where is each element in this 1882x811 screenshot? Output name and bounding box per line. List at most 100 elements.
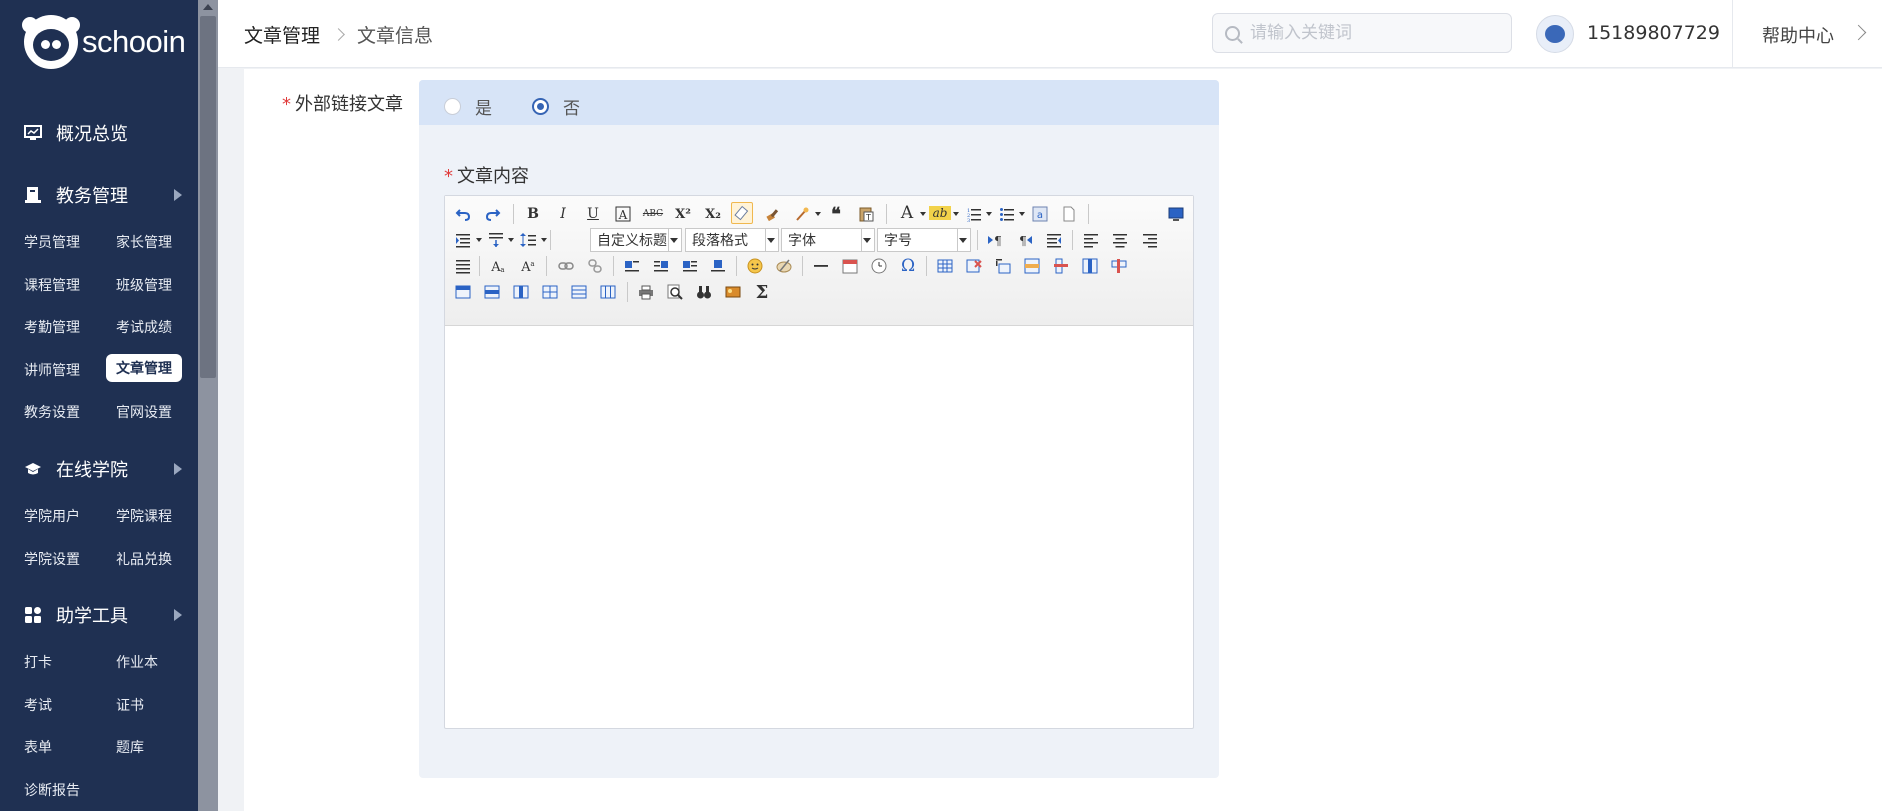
sidebar-item-academy-users[interactable]: 学院用户 — [14, 502, 90, 530]
sidebar-item-teachers[interactable]: 讲师管理 — [14, 356, 90, 384]
insert-row-icon[interactable] — [1021, 255, 1043, 277]
align-right-icon[interactable] — [1139, 229, 1161, 251]
ordered-list-icon[interactable]: 123 — [963, 203, 985, 225]
unlink-icon[interactable] — [584, 255, 606, 277]
radio-option-no[interactable]: 否 — [532, 94, 580, 119]
insert-column-icon[interactable] — [1079, 255, 1101, 277]
sidebar-item-checkin[interactable]: 打卡 — [14, 648, 62, 676]
radio-checked[interactable] — [532, 98, 549, 115]
indent-icon[interactable] — [452, 229, 474, 251]
italic-icon[interactable]: I — [552, 203, 574, 225]
sidebar-item-question-bank[interactable]: 题库 — [106, 733, 154, 761]
insert-table-icon[interactable] — [934, 255, 956, 277]
delete-column-icon[interactable] — [1108, 255, 1130, 277]
background-image-icon[interactable] — [722, 281, 744, 303]
split-rows-icon[interactable] — [568, 281, 590, 303]
superscript-icon[interactable]: X² — [672, 203, 694, 225]
strikethrough-icon[interactable]: ABC — [642, 203, 664, 225]
sidebar-item-students[interactable]: 学员管理 — [14, 228, 90, 256]
scrawl-icon[interactable] — [773, 255, 795, 277]
merge-down-icon[interactable] — [510, 281, 532, 303]
align-justify-icon[interactable] — [452, 255, 474, 277]
chevron-right-icon[interactable] — [1850, 24, 1867, 41]
bold-icon[interactable]: B — [522, 203, 544, 225]
sidebar-item-exam[interactable]: 考试 — [14, 691, 62, 719]
sidebar-section-overview[interactable]: 概况总览 — [24, 120, 182, 146]
sidebar-item-gift-exchange[interactable]: 礼品兑换 — [106, 545, 182, 573]
uppercase-icon[interactable]: Aa — [487, 255, 509, 277]
scroll-up-arrow-icon[interactable] — [203, 4, 213, 10]
underline-icon[interactable]: U — [582, 203, 604, 225]
horizontal-rule-icon[interactable] — [810, 255, 832, 277]
line-height-icon[interactable] — [517, 229, 539, 251]
radio-unchecked[interactable] — [444, 98, 461, 115]
paste-text-icon[interactable]: T — [855, 203, 877, 225]
subscript-icon[interactable]: X₂ — [702, 203, 724, 225]
brand-logo[interactable]: schooin — [22, 15, 186, 69]
print-icon[interactable] — [635, 281, 657, 303]
align-center-icon[interactable] — [1109, 229, 1131, 251]
sidebar-section-academic[interactable]: 教务管理 — [24, 182, 182, 208]
sidebar-item-academy-settings[interactable]: 学院设置 — [14, 545, 90, 573]
font-color-icon[interactable]: A — [896, 202, 918, 224]
sidebar-item-exam-scores[interactable]: 考试成绩 — [106, 313, 182, 341]
merge-right-icon[interactable] — [481, 281, 503, 303]
ltr-icon[interactable]: ¶ — [984, 229, 1006, 251]
font-size-select[interactable]: 字号 — [877, 228, 971, 252]
blockquote-icon[interactable]: ❝ — [825, 203, 847, 225]
sidebar-item-forms[interactable]: 表单 — [14, 733, 62, 761]
sidebar-item-diagnostic-report[interactable]: 诊断报告 — [14, 776, 90, 804]
delete-table-icon[interactable] — [963, 255, 985, 277]
search-box[interactable] — [1212, 13, 1512, 53]
split-cells-icon[interactable] — [539, 281, 561, 303]
paragraph-spacing-top-icon[interactable] — [485, 229, 507, 251]
help-center-link[interactable]: 帮助中心 — [1762, 22, 1834, 48]
sidebar-item-academic-settings[interactable]: 教务设置 — [14, 398, 90, 426]
clear-doc-icon[interactable] — [1058, 203, 1080, 225]
lowercase-icon[interactable]: Aa — [517, 255, 539, 277]
auto-format-icon[interactable] — [791, 203, 813, 225]
emotion-icon[interactable] — [744, 255, 766, 277]
merge-cells-icon[interactable] — [452, 281, 474, 303]
highlight-icon[interactable]: ab — [929, 206, 951, 220]
rtl-icon[interactable]: ¶ — [1014, 229, 1036, 251]
insert-paragraph-before-table-icon[interactable] — [992, 255, 1014, 277]
link-icon[interactable] — [555, 255, 577, 277]
formula-icon[interactable]: Σ — [751, 281, 773, 303]
time-icon[interactable] — [868, 255, 890, 277]
select-all-icon[interactable]: a — [1029, 203, 1051, 225]
heading-select[interactable]: 自定义标题 — [590, 228, 682, 252]
align-left-icon[interactable] — [1080, 229, 1102, 251]
image-float-right-icon[interactable] — [679, 255, 701, 277]
sidebar-item-parents[interactable]: 家长管理 — [106, 228, 182, 256]
sidebar-item-articles[interactable]: 文章管理 — [106, 354, 182, 382]
sidebar-item-certificate[interactable]: 证书 — [106, 691, 154, 719]
sidebar-item-homework[interactable]: 作业本 — [106, 648, 168, 676]
font-family-select[interactable]: 字体 — [781, 228, 875, 252]
sidebar-item-attendance[interactable]: 考勤管理 — [14, 313, 90, 341]
sidebar-scrollbar-thumb[interactable] — [200, 16, 216, 378]
sidebar-section-learning-tools[interactable]: 助学工具 — [24, 602, 182, 628]
print-preview-icon[interactable] — [664, 281, 686, 303]
special-char-icon[interactable]: Ω — [897, 255, 919, 277]
sidebar-item-courses[interactable]: 课程管理 — [14, 271, 90, 299]
unordered-list-icon[interactable] — [996, 203, 1018, 225]
undo-icon[interactable] — [452, 203, 474, 225]
sidebar-item-academy-courses[interactable]: 学院课程 — [106, 502, 182, 530]
preview-icon[interactable] — [1165, 203, 1187, 225]
delete-row-icon[interactable] — [1050, 255, 1072, 277]
sidebar-section-online-academy[interactable]: 在线学院 — [24, 456, 182, 482]
image-float-none-icon[interactable] — [621, 255, 643, 277]
sidebar-item-classes[interactable]: 班级管理 — [106, 271, 182, 299]
sidebar-item-website-settings[interactable]: 官网设置 — [106, 398, 182, 426]
image-float-left-icon[interactable] — [650, 255, 672, 277]
radio-option-yes[interactable]: 是 — [444, 94, 492, 119]
format-brush-icon[interactable] — [762, 203, 784, 225]
image-center-icon[interactable] — [707, 255, 729, 277]
date-icon[interactable] — [839, 255, 861, 277]
avatar[interactable] — [1536, 15, 1574, 53]
user-phone[interactable]: 15189807729 — [1587, 22, 1720, 44]
breadcrumb-item-articles[interactable]: 文章管理 — [244, 21, 320, 48]
split-columns-icon[interactable] — [597, 281, 619, 303]
font-border-icon[interactable]: A — [612, 203, 634, 225]
